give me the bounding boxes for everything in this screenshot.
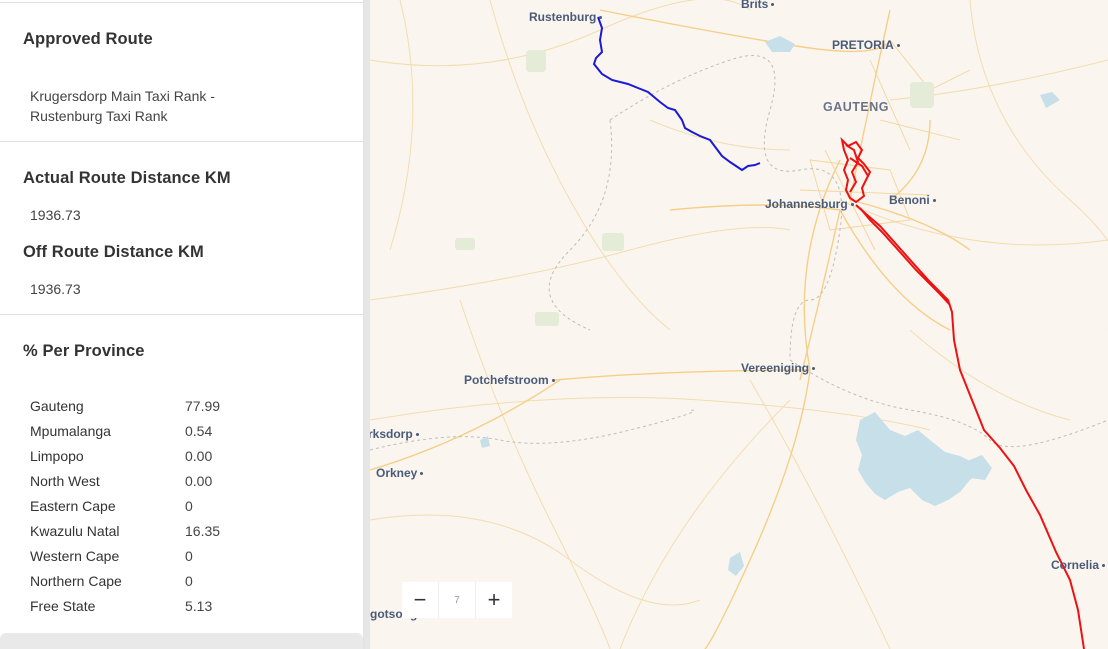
province-name: Gauteng [30, 398, 84, 414]
province-percent: 0.00 [185, 473, 213, 489]
place-label: Orkney [376, 466, 418, 480]
province-borders [370, 55, 1108, 451]
approved-route-heading: Approved Route [23, 30, 153, 48]
province-name: Western Cape [30, 548, 120, 564]
province-name: Kwazulu Natal [30, 523, 120, 539]
place-label: Vereeniging [741, 361, 810, 375]
place-klerksdorp: rksdorp [370, 427, 419, 441]
province-row: Limpopo 0.00 [30, 448, 350, 473]
actual-distance-value: 1936.73 [30, 207, 81, 223]
province-percent: 0.00 [185, 448, 213, 464]
province-name: Northern Cape [30, 573, 122, 589]
province-row: Northern Cape 0 [30, 573, 350, 598]
place-dot [850, 203, 854, 207]
province-row: Gauteng 77.99 [30, 398, 350, 423]
province-row: Kwazulu Natal 16.35 [30, 523, 350, 548]
place-label: Rustenburg [529, 10, 597, 24]
province-row: Western Cape 0 [30, 548, 350, 573]
province-row: Eastern Cape 0 [30, 498, 350, 523]
zoom-out-button[interactable]: − [402, 582, 438, 618]
top-divider [0, 2, 363, 3]
province-row: North West 0.00 [30, 473, 350, 498]
map-canvas [370, 0, 1108, 649]
place-potchefstroom: Potchefstroom [464, 373, 555, 387]
place-label: Johannesburg [765, 197, 848, 211]
place-label: Potchefstroom [464, 373, 549, 387]
place-dot [771, 3, 775, 7]
place-johannesburg: Johannesburg [765, 197, 854, 211]
province-name: North West [30, 473, 100, 489]
province-percent: 16.35 [185, 523, 221, 539]
place-orkney: Orkney [376, 466, 424, 480]
approved-route-value: Krugersdorp Main Taxi Rank - Rustenburg … [30, 88, 215, 124]
place-pretoria: PRETORIA [832, 38, 900, 52]
place-label: rksdorp [370, 427, 413, 441]
approved-route-line [592, 16, 761, 172]
minus-icon: − [413, 587, 427, 612]
place-benoni: Benoni [889, 193, 936, 207]
place-label: Benoni [889, 193, 930, 207]
place-dot [812, 367, 816, 371]
province-row: Mpumalanga 0.54 [30, 423, 350, 448]
section-divider [0, 314, 363, 315]
off-route-value: 1936.73 [30, 281, 81, 297]
place-label: Brits [741, 0, 769, 11]
province-percent: 0 [185, 548, 193, 564]
province-name: Eastern Cape [30, 498, 116, 514]
province-name: Mpumalanga [30, 423, 111, 439]
province-percent: 0.54 [185, 423, 213, 439]
place-cornelia: Cornelia [1051, 558, 1106, 572]
panel-bottom-bar[interactable] [0, 633, 363, 649]
place-vereeniging: Vereeniging [741, 361, 816, 375]
actual-distance-heading: Actual Route Distance KM [23, 169, 231, 187]
province-row: Free State 5.13 [30, 598, 350, 623]
province-percent: 0 [185, 573, 193, 589]
province-name: Limpopo [30, 448, 84, 464]
place-brits: Brits [741, 0, 775, 11]
route-info-panel: Approved Route Krugersdorp Main Taxi Ran… [0, 0, 364, 649]
route-map[interactable]: GAUTENG Brits Rustenburg PRETORIA Johann… [370, 0, 1108, 649]
province-name: Free State [30, 598, 96, 614]
minor-roads [370, 0, 1108, 649]
gauteng-region-label: GAUTENG [823, 100, 889, 114]
place-label: PRETORIA [832, 38, 894, 52]
place-rustenburg: Rustenburg [529, 10, 603, 24]
place-dot [1102, 564, 1106, 568]
place-dot [932, 199, 936, 203]
place-dot [599, 16, 603, 20]
zoom-level-indicator: 7 [438, 582, 476, 618]
off-route-heading: Off Route Distance KM [23, 243, 204, 261]
place-dot [420, 472, 424, 476]
province-percent: 5.13 [185, 598, 213, 614]
app-root: Approved Route Krugersdorp Main Taxi Ran… [0, 0, 1108, 649]
zoom-control: − 7 + [402, 582, 512, 618]
water-bodies [480, 36, 1060, 576]
province-heading: % Per Province [23, 342, 145, 360]
place-dot [415, 433, 419, 437]
place-label: Cornelia [1051, 558, 1100, 572]
province-percent: 0 [185, 498, 193, 514]
zoom-in-button[interactable]: + [476, 582, 512, 618]
province-percent: 77.99 [185, 398, 221, 414]
place-dot [551, 379, 555, 383]
plus-icon: + [487, 587, 501, 612]
place-dot [896, 44, 900, 48]
section-divider [0, 141, 363, 142]
